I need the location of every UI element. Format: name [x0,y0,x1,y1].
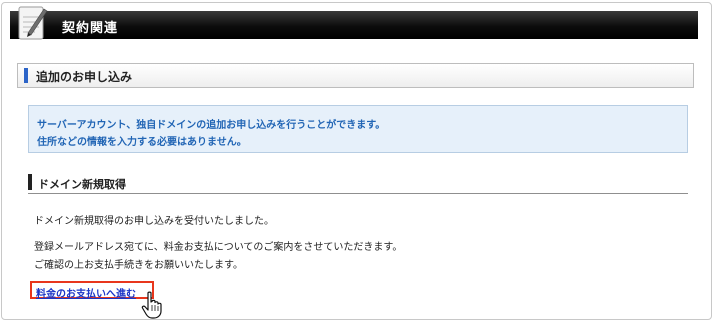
info-line-1: サーバーアカウント、独自ドメインの追加お申し込みを行うことができます。 [37,120,386,131]
confirmation-text: ドメイン新規取得のお申し込みを受付いたしました。 [34,216,274,227]
email-notice-text: 登録メールアドレス宛てに、料金お支払についてのご案内をさせていただきます。 [34,242,403,253]
content-panel [1,2,712,320]
section-header: 追加のお申し込み [17,63,694,88]
sub-heading-accent-bar [28,174,32,190]
section-title: 追加のお申し込み [36,70,133,84]
domain-section-title: ドメイン新規取得 [38,178,126,191]
payment-instruction-text: ご確認の上お支払手続きをお願いいたします。 [34,260,243,271]
header-bar: 契約関連 [10,11,698,39]
proceed-to-payment-link[interactable]: 料金のお支払いへ進む [30,281,154,300]
proceed-to-payment-label[interactable]: 料金のお支払いへ進む [36,285,136,300]
header-title: 契約関連 [62,21,119,36]
section-accent-bar [24,68,28,83]
info-box: サーバーアカウント、独自ドメインの追加お申し込みを行うことができます。 住所など… [28,105,688,153]
hand-pointer-icon [141,291,162,319]
notebook-pen-icon [18,6,48,40]
domain-section-heading: ドメイン新規取得 [28,172,688,194]
info-line-2: 住所などの情報を入力する必要はありません。 [37,137,247,148]
